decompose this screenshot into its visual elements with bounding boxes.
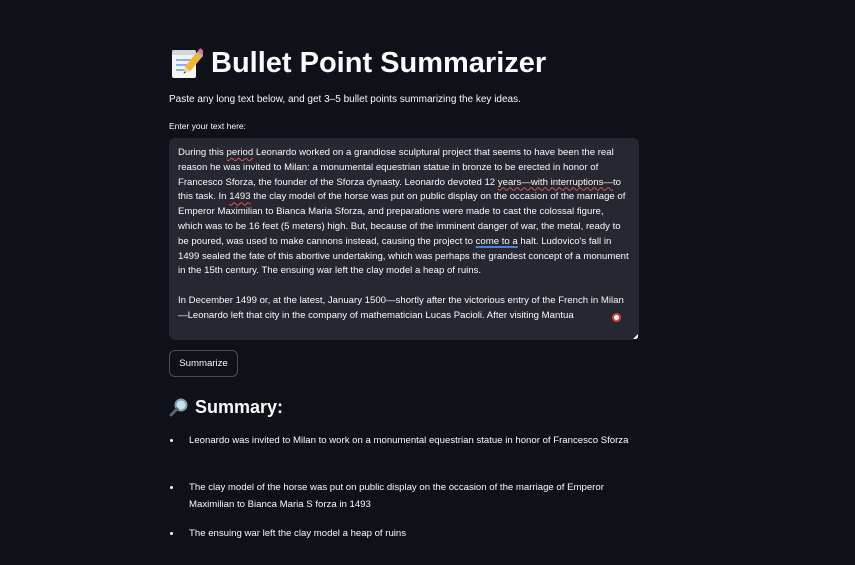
text-input[interactable]: During this period Leonardo worked on a … <box>169 138 639 340</box>
bullet-dot-icon <box>170 532 173 535</box>
summary-item: The clay model of the horse was put on p… <box>169 479 639 513</box>
bullet-dot-icon <box>170 486 173 489</box>
summary-item-text: Leonardo was invited to Milan to work on… <box>189 435 629 446</box>
text-input-label: Enter your text here: <box>169 121 247 131</box>
summary-item-text: The ensuing war left the clay model a he… <box>189 528 407 539</box>
summarize-button[interactable]: Summarize <box>169 350 238 377</box>
text-segment: During this <box>178 147 227 158</box>
page-title-text: Bullet Point Summarizer <box>211 47 547 79</box>
magnifying-glass-icon <box>169 398 188 417</box>
bullet-dot-icon <box>170 439 173 442</box>
text-input-paragraph-2: In December 1499 or, at the latest, Janu… <box>178 294 624 321</box>
grammar-flag[interactable]: come to a <box>476 236 518 247</box>
grammarly-icon[interactable] <box>612 313 621 322</box>
summary-item-text: The clay model of the horse was put on p… <box>189 482 604 510</box>
page-title: Bullet Point Summarizer <box>169 44 546 82</box>
spellcheck-flag[interactable]: period <box>227 147 254 158</box>
memo-icon <box>172 48 203 78</box>
summary-heading: Summary: <box>169 394 283 420</box>
summary-item: The ensuing war left the clay model a he… <box>169 525 639 542</box>
summary-item: Leonardo was invited to Milan to work on… <box>169 432 639 449</box>
resize-handle-icon[interactable] <box>633 334 638 339</box>
intro-text: Paste any long text below, and get 3–5 b… <box>169 94 521 105</box>
spellcheck-flag[interactable]: 1493 <box>229 191 250 202</box>
text-input-paragraph-1: During this period Leonardo worked on a … <box>178 146 630 279</box>
summary-heading-text: Summary: <box>195 397 284 417</box>
spellcheck-flag[interactable]: years—with interruptions— <box>498 177 613 188</box>
